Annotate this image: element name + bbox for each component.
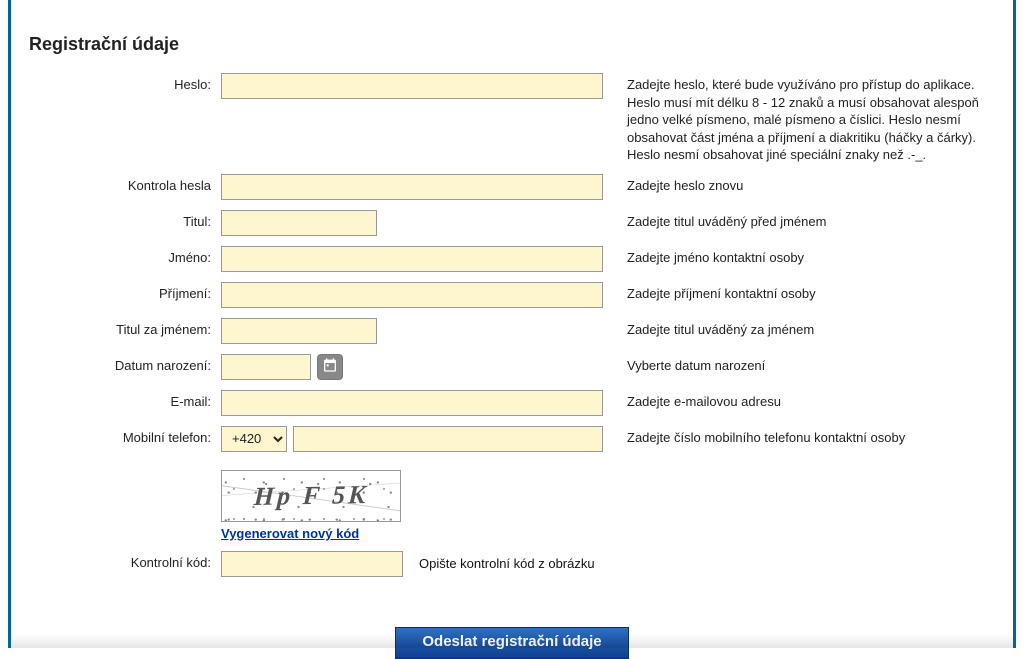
- email-field[interactable]: [221, 390, 603, 416]
- label-email: E-mail:: [11, 390, 221, 409]
- hint-phone: Zadejte číslo mobilního telefonu kontakt…: [613, 426, 1013, 447]
- hint-birthdate: Vyberte datum narození: [613, 354, 1013, 375]
- label-birthdate: Datum narození:: [11, 354, 221, 373]
- hint-lastname: Zadejte příjmení kontaktní osoby: [613, 282, 1013, 303]
- submit-button[interactable]: Odeslat registrační údaje: [395, 627, 628, 659]
- regenerate-captcha-link[interactable]: Vygenerovat nový kód: [221, 526, 359, 541]
- section-title: Registrační údaje: [11, 6, 1013, 55]
- hint-password-confirm: Zadejte heslo znovu: [613, 174, 1013, 195]
- phone-prefix-select[interactable]: +420: [221, 426, 287, 452]
- hint-title-after: Zadejte titul uváděný za jménem: [613, 318, 1013, 339]
- registration-form: Heslo: Zadejte heslo, které bude využívá…: [11, 73, 1013, 659]
- title-after-field[interactable]: [221, 318, 377, 344]
- label-firstname: Jméno:: [11, 246, 221, 265]
- hint-code: Opište kontrolní kód z obrázku: [419, 556, 595, 571]
- label-phone: Mobilní telefon:: [11, 426, 221, 445]
- calendar-button[interactable]: [317, 354, 343, 380]
- hint-email: Zadejte e-mailovou adresu: [613, 390, 1013, 411]
- lastname-field[interactable]: [221, 282, 603, 308]
- hint-firstname: Zadejte jméno kontaktní osoby: [613, 246, 1013, 267]
- firstname-field[interactable]: [221, 246, 603, 272]
- hint-password: Zadejte heslo, které bude využíváno pro …: [613, 73, 1013, 164]
- label-password: Heslo:: [11, 73, 221, 92]
- label-code: Kontrolní kód:: [11, 551, 221, 570]
- captcha-text: Hp F 5K: [253, 480, 369, 512]
- captcha-image: Hp F 5K: [221, 470, 401, 522]
- hint-title-before: Zadejte titul uváděný před jménem: [613, 210, 1013, 231]
- label-lastname: Příjmení:: [11, 282, 221, 301]
- calendar-icon: [322, 357, 338, 376]
- password-confirm-field[interactable]: [221, 174, 603, 200]
- label-title-before: Titul:: [11, 210, 221, 229]
- title-before-field[interactable]: [221, 210, 377, 236]
- label-title-after: Titul za jménem:: [11, 318, 221, 337]
- birthdate-field[interactable]: [221, 354, 311, 380]
- password-field[interactable]: [221, 73, 603, 99]
- label-password-confirm: Kontrola hesla: [11, 174, 221, 193]
- phone-number-field[interactable]: [293, 426, 603, 452]
- captcha-code-field[interactable]: [221, 551, 403, 577]
